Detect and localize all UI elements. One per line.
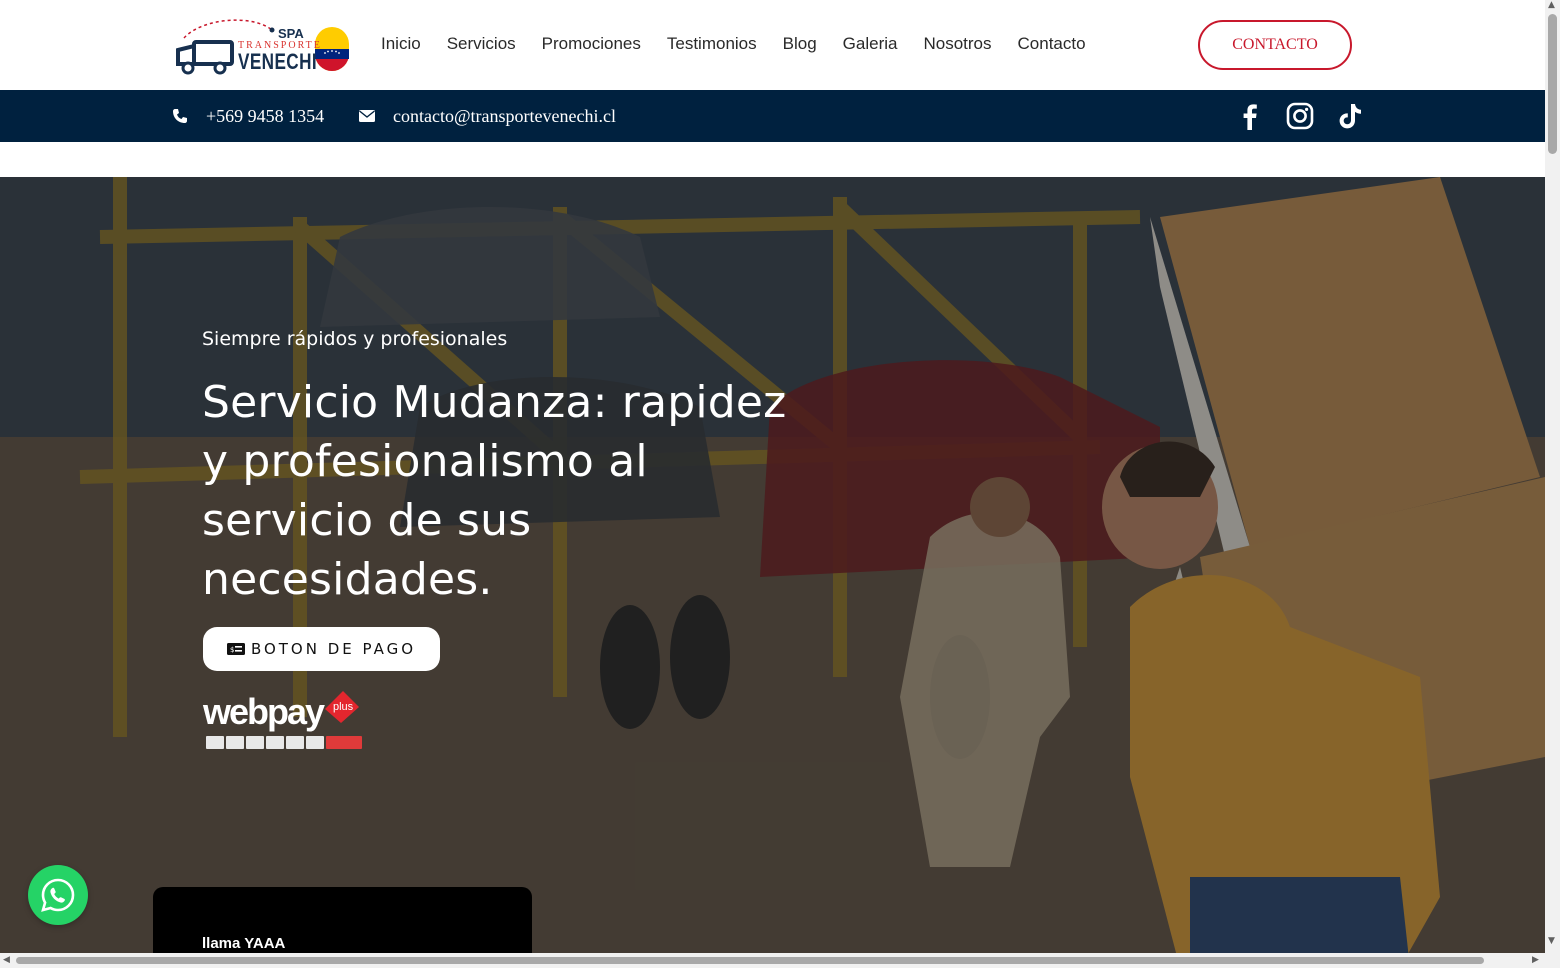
logo-name: VENECHI — [238, 49, 318, 74]
facebook-icon[interactable] — [1235, 101, 1265, 131]
scroll-left-icon[interactable]: ◀ — [3, 955, 10, 965]
amex-icon — [266, 736, 284, 749]
nav-item-testimonios[interactable]: Testimonios — [667, 34, 757, 54]
hero-section: Siempre rápidos y profesionales Servicio… — [0, 177, 1545, 968]
card-icon — [306, 736, 324, 749]
whatsapp-icon — [41, 878, 75, 912]
scroll-right-icon[interactable]: ▶ — [1532, 955, 1539, 965]
payment-button-label: BOTON DE PAGO — [250, 640, 417, 658]
contact-bar: +569 9458 1354 contacto@transportevenech… — [0, 90, 1545, 142]
logo-spa: SPA — [278, 26, 304, 41]
webpay-text: webpay — [203, 691, 325, 732]
webpay-badge-text: plus — [333, 701, 354, 713]
nav-item-contacto[interactable]: Contacto — [1018, 34, 1086, 54]
hero-eyebrow: Siempre rápidos y profesionales — [202, 328, 508, 350]
payment-cards — [206, 736, 362, 749]
nav-item-servicios[interactable]: Servicios — [447, 34, 516, 54]
email-info[interactable]: contacto@transportevenechi.cl — [359, 90, 616, 142]
scroll-up-icon[interactable]: ▲ — [1548, 0, 1555, 10]
instagram-icon[interactable] — [1285, 101, 1315, 131]
nav-item-promociones[interactable]: Promociones — [542, 34, 641, 54]
site-header: SPA TRANSPORTE VENECHI Inicio Servicios … — [0, 0, 1545, 90]
contact-button[interactable]: CONTACTO — [1198, 20, 1352, 70]
vertical-scrollbar[interactable]: ▲ ▼ — [1545, 0, 1560, 968]
phone-icon — [173, 109, 187, 123]
email-address: contacto@transportevenechi.cl — [393, 105, 616, 126]
visa-icon — [206, 736, 224, 749]
redcompra-icon — [326, 736, 362, 749]
magna-icon — [246, 736, 264, 749]
money-bill-icon: $ — [226, 643, 245, 655]
svg-text:$: $ — [230, 646, 234, 654]
nav-item-galeria[interactable]: Galeria — [843, 34, 898, 54]
main-nav: Inicio Servicios Promociones Testimonios… — [381, 34, 1086, 54]
webpay-logo: webpay plus — [203, 689, 363, 751]
diners-icon — [286, 736, 304, 749]
vertical-scroll-thumb[interactable] — [1548, 14, 1557, 154]
nav-item-blog[interactable]: Blog — [783, 34, 817, 54]
hero-headline: Servicio Mudanza: rapidez y profesionali… — [202, 377, 787, 605]
phone-number: +569 9458 1354 — [206, 105, 325, 126]
horizontal-scrollbar[interactable]: ◀ ▶ — [0, 953, 1545, 968]
nav-item-inicio[interactable]: Inicio — [381, 34, 421, 54]
horizontal-scroll-thumb[interactable] — [16, 957, 1484, 964]
scroll-down-icon[interactable]: ▼ — [1548, 936, 1555, 946]
phone-info[interactable]: +569 9458 1354 — [172, 90, 324, 142]
mastercard-icon — [226, 736, 244, 749]
webpay-plus-badge-icon: plus — [325, 691, 359, 723]
call-text: llama YAAA — [202, 935, 286, 952]
envelope-icon — [359, 110, 375, 122]
payment-button[interactable]: $ BOTON DE PAGO — [203, 627, 440, 671]
nav-item-nosotros[interactable]: Nosotros — [923, 34, 991, 54]
tiktok-icon[interactable] — [1335, 101, 1365, 131]
brand-logo[interactable]: SPA TRANSPORTE VENECHI — [172, 16, 352, 76]
whatsapp-button[interactable] — [28, 865, 88, 925]
